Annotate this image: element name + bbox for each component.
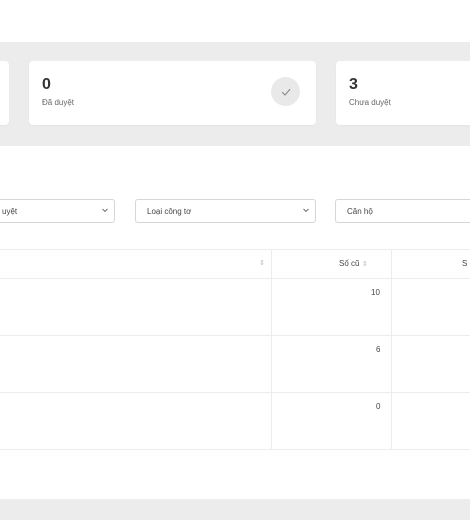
meter-type-placeholder: Loại công tơ <box>147 207 192 216</box>
chevron-down-icon <box>302 206 310 216</box>
stat-approved-count: 0 <box>42 76 51 93</box>
old-reading-cell: 6 <box>376 345 381 354</box>
column-header-next[interactable]: S <box>462 259 467 268</box>
column-divider <box>391 249 392 449</box>
stat-approved-label: Đã duyệt <box>42 98 75 107</box>
table-row-divider <box>0 335 470 336</box>
status-filter-select[interactable]: uyệt <box>0 199 115 223</box>
check-icon <box>271 77 300 106</box>
column-header-old-reading[interactable]: Số cũ ⇕ <box>339 259 368 268</box>
top-header-area <box>0 0 470 42</box>
status-filter-value: uyệt <box>2 207 18 216</box>
table-header-top-border <box>0 249 470 250</box>
apartment-select[interactable]: Căn hộ <box>335 199 470 223</box>
column-header-old-reading-label: Số cũ <box>339 259 360 268</box>
old-reading-cell: 0 <box>376 402 381 411</box>
table-row-divider <box>0 392 470 393</box>
stat-pending-count: 3 <box>349 76 358 93</box>
chevron-down-icon <box>101 206 109 216</box>
stat-pending-label: Chưa duyệt <box>349 98 391 107</box>
meter-type-select[interactable]: Loại công tơ <box>135 199 316 223</box>
footer-band <box>0 499 470 520</box>
sort-icon[interactable]: ⇕ <box>362 261 368 268</box>
stat-card-pending: 3 Chưa duyệt <box>336 61 470 125</box>
stat-card-partial <box>0 61 9 125</box>
old-reading-cell: 10 <box>371 288 380 297</box>
apartment-placeholder: Căn hộ <box>347 207 373 216</box>
sort-icon[interactable]: ⇕ <box>259 259 265 267</box>
table-row-divider <box>0 449 470 450</box>
table-header-bottom-border <box>0 278 470 279</box>
stat-card-approved: 0 Đã duyệt <box>29 61 316 125</box>
column-divider <box>271 249 272 449</box>
